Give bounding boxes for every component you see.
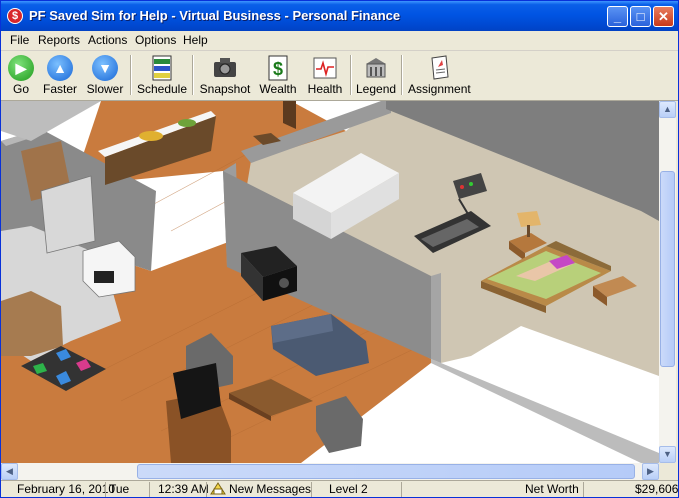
close-button[interactable]: ✕ xyxy=(653,6,674,27)
status-separator xyxy=(401,482,402,497)
toolbar: ▶ Go ▲ Faster ▼ Slower Schedule Snapshot xyxy=(1,51,678,101)
status-bar: February 16, 2010 Tue 12:39 AM New Messa… xyxy=(1,480,679,497)
status-day: Tue xyxy=(109,482,130,496)
play-icon: ▶ xyxy=(8,55,34,81)
camera-icon xyxy=(212,55,238,81)
simulation-view[interactable] xyxy=(1,101,659,463)
window-title: PF Saved Sim for Help - Virtual Business… xyxy=(29,8,401,23)
app-icon[interactable]: $ xyxy=(7,8,23,24)
toolbar-separator xyxy=(130,55,132,95)
status-separator xyxy=(149,482,150,497)
status-separator xyxy=(206,482,207,497)
title-bar[interactable]: $ PF Saved Sim for Help - Virtual Busine… xyxy=(1,1,678,31)
go-button[interactable]: ▶ Go xyxy=(5,53,37,97)
wealth-label: Wealth xyxy=(259,82,297,96)
legend-button[interactable]: Legend xyxy=(356,53,396,97)
health-button[interactable]: Health xyxy=(305,53,345,97)
arrow-down-icon: ▼ xyxy=(92,55,118,81)
svg-text:$: $ xyxy=(273,59,283,79)
status-date: February 16, 2010 xyxy=(17,482,116,496)
schedule-icon xyxy=(149,55,175,81)
minimize-button[interactable]: _ xyxy=(607,6,628,27)
assignment-button[interactable]: Assignment xyxy=(408,53,471,97)
legend-label: Legend xyxy=(356,82,397,96)
snapshot-label: Snapshot xyxy=(199,82,251,96)
slower-button[interactable]: ▼ Slower xyxy=(85,53,125,97)
arrow-up-icon: ▲ xyxy=(47,55,73,81)
menu-file[interactable]: File xyxy=(10,33,29,47)
faster-label: Faster xyxy=(42,82,77,96)
schedule-button[interactable]: Schedule xyxy=(136,53,188,97)
horizontal-scroll-thumb[interactable] xyxy=(137,464,635,479)
status-separator xyxy=(311,482,312,497)
app-window: $ PF Saved Sim for Help - Virtual Busine… xyxy=(0,0,679,498)
menu-reports[interactable]: Reports xyxy=(38,33,80,47)
message-icon[interactable] xyxy=(210,481,226,497)
maximize-button[interactable]: □ xyxy=(630,6,651,27)
faster-button[interactable]: ▲ Faster xyxy=(41,53,79,97)
status-separator xyxy=(105,482,106,497)
status-time: 12:39 AM xyxy=(158,482,209,496)
menu-bar: File Reports Actions Options Help xyxy=(1,31,678,51)
building-icon xyxy=(363,55,389,81)
vertical-scrollbar[interactable]: ▲ ▼ xyxy=(659,101,676,463)
vertical-scroll-thumb[interactable] xyxy=(660,171,675,367)
scroll-up-button[interactable]: ▲ xyxy=(659,101,676,118)
scroll-down-button[interactable]: ▼ xyxy=(659,446,676,463)
schedule-label: Schedule xyxy=(136,82,188,96)
menu-actions[interactable]: Actions xyxy=(88,33,127,47)
go-label: Go xyxy=(12,82,29,96)
slower-label: Slower xyxy=(86,82,124,96)
menu-options[interactable]: Options xyxy=(135,33,176,47)
assignment-icon xyxy=(426,55,452,81)
status-level: Level 2 xyxy=(329,482,368,496)
status-separator xyxy=(583,482,584,497)
toolbar-separator xyxy=(350,55,352,95)
menu-help[interactable]: Help xyxy=(183,33,208,47)
wealth-button[interactable]: $ Wealth xyxy=(257,53,299,97)
dollar-document-icon: $ xyxy=(265,55,291,81)
assignment-label: Assignment xyxy=(408,82,471,96)
house-scene xyxy=(1,101,659,463)
toolbar-separator xyxy=(401,55,403,95)
health-label: Health xyxy=(307,82,343,96)
scroll-left-button[interactable]: ◀ xyxy=(1,463,18,480)
net-worth-value: $29,606 xyxy=(635,482,679,496)
scroll-right-button[interactable]: ▶ xyxy=(642,463,659,480)
status-messages[interactable]: New Messages xyxy=(229,482,311,496)
toolbar-separator xyxy=(192,55,194,95)
snapshot-button[interactable]: Snapshot xyxy=(199,53,251,97)
stove xyxy=(82,240,136,298)
heart-monitor-icon xyxy=(312,55,338,81)
net-worth-label: Net Worth xyxy=(525,482,579,496)
horizontal-scrollbar[interactable]: ◀ ▶ xyxy=(1,463,659,480)
